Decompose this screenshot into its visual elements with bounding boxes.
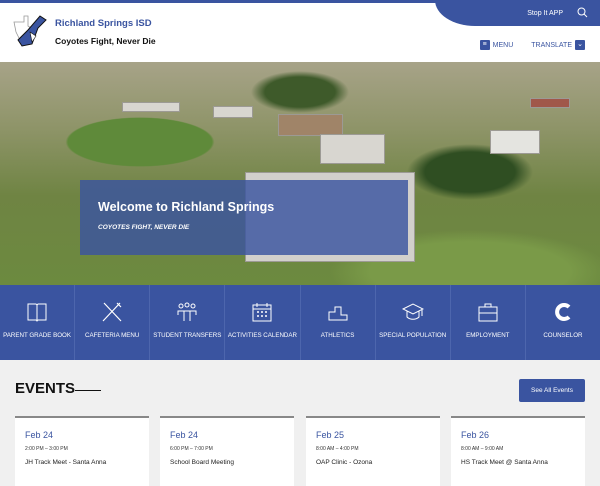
quicklink-counselor[interactable]: COUNSELOR xyxy=(526,285,600,360)
welcome-subheading: COYOTES FIGHT, NEVER DIE xyxy=(98,224,190,231)
briefcase-icon xyxy=(478,303,498,322)
coyote-logo[interactable] xyxy=(10,14,48,48)
translate-button[interactable]: TRANSLATE ⌄ xyxy=(531,40,585,50)
event-time: 8:00 AM – 9:00 AM xyxy=(461,446,504,452)
people-icon xyxy=(177,302,197,321)
building xyxy=(490,130,540,154)
events-section: EVENTS See All Events Feb 24 2:00 PM – 3:… xyxy=(0,360,600,486)
hamburger-icon: ≡ xyxy=(479,40,490,50)
event-date: Feb 25 xyxy=(316,430,345,440)
building xyxy=(530,98,570,108)
event-name[interactable]: School Board Meeting xyxy=(170,459,284,466)
welcome-banner: Welcome to Richland Springs COYOTES FIGH… xyxy=(80,180,408,255)
quicklinks-bar: PARENT GRADE BOOK CAFETERIA MENU STUDENT… xyxy=(0,285,600,360)
event-date: Feb 24 xyxy=(170,430,199,440)
heading-divider xyxy=(75,390,101,391)
utility-bar: Stop It APP xyxy=(435,0,600,26)
quicklink-parent-grade-book[interactable]: PARENT GRADE BOOK xyxy=(0,285,76,360)
event-time: 8:00 AM – 4:00 PM xyxy=(316,446,359,452)
quicklink-label: PARENT GRADE BOOK xyxy=(3,332,71,339)
chevron-down-icon: ⌄ xyxy=(575,40,585,50)
event-card[interactable]: Feb 25 8:00 AM – 4:00 PM OAP Clinic - Ozon… xyxy=(306,416,440,486)
quicklink-label: CAFETERIA MENU xyxy=(85,332,140,339)
events-heading: EVENTS xyxy=(15,380,76,397)
event-card[interactable]: Feb 24 6:00 PM – 7:00 PM School Board Meet… xyxy=(160,416,294,486)
search-icon[interactable] xyxy=(577,7,588,20)
quicklink-student-transfers[interactable]: STUDENT TRANSFERS xyxy=(150,285,226,360)
event-card[interactable]: Feb 24 2:00 PM – 3:00 PM JH Track Meet - S… xyxy=(15,416,149,486)
graduation-cap-icon xyxy=(401,303,424,320)
quicklink-athletics[interactable]: ATHLETICS xyxy=(301,285,376,360)
quicklink-label: COUNSELOR xyxy=(543,332,583,339)
building xyxy=(320,134,385,164)
site-header: Richland Springs ISD Coyotes Fight, Neve… xyxy=(0,0,600,62)
quicklink-cafeteria-menu[interactable]: CAFETERIA MENU xyxy=(75,285,151,360)
event-time: 6:00 PM – 7:00 PM xyxy=(170,446,213,452)
quicklink-employment[interactable]: EMPLOYMENT xyxy=(451,285,526,360)
event-date: Feb 24 xyxy=(25,430,54,440)
quicklink-special-population[interactable]: SPECIAL POPULATION xyxy=(376,285,451,360)
quicklink-label: ACTIVITIES CALENDAR xyxy=(227,332,297,339)
translate-label: TRANSLATE xyxy=(531,41,572,49)
calendar-icon xyxy=(252,303,272,322)
main-nav: ≡ MENU TRANSLATE ⌄ xyxy=(479,40,585,50)
quicklink-label: SPECIAL POPULATION xyxy=(379,332,447,339)
event-name[interactable]: OAP Clinic - Ozona xyxy=(316,459,430,466)
quicklink-label: STUDENT TRANSFERS xyxy=(153,332,222,339)
building xyxy=(278,114,343,136)
building xyxy=(213,106,253,118)
utensils-icon xyxy=(102,302,122,322)
menu-label: MENU xyxy=(492,41,514,49)
hero-aerial-photo: Welcome to Richland Springs COYOTES FIGH… xyxy=(0,62,600,285)
welcome-heading: Welcome to Richland Springs xyxy=(98,200,275,214)
event-card[interactable]: Feb 26 8:00 AM – 9:00 AM HS Track Meet @ S… xyxy=(451,416,585,486)
event-time: 2:00 PM – 3:00 PM xyxy=(25,446,68,452)
quicklink-label: ATHLETICS xyxy=(320,332,355,339)
site-motto: Coyotes Fight, Never Die xyxy=(55,36,156,46)
top-accent-bar xyxy=(0,0,600,3)
see-all-events-button[interactable]: See All Events xyxy=(519,379,585,402)
letter-c-icon xyxy=(555,303,571,321)
menu-button[interactable]: ≡ MENU xyxy=(479,40,514,50)
quicklink-label: EMPLOYMENT xyxy=(466,332,510,339)
event-name[interactable]: JH Track Meet - Santa Anna xyxy=(25,459,139,466)
podium-icon xyxy=(328,306,348,321)
event-name[interactable]: HS Track Meet @ Santa Anna xyxy=(461,459,575,466)
event-date: Feb 26 xyxy=(461,430,490,440)
stop-it-app-link[interactable]: Stop It APP xyxy=(527,10,563,17)
quicklink-activities-calendar[interactable]: ACTIVITIES CALENDAR xyxy=(225,285,301,360)
site-title[interactable]: Richland Springs ISD xyxy=(55,18,152,29)
building xyxy=(122,102,180,112)
book-icon xyxy=(27,303,47,322)
